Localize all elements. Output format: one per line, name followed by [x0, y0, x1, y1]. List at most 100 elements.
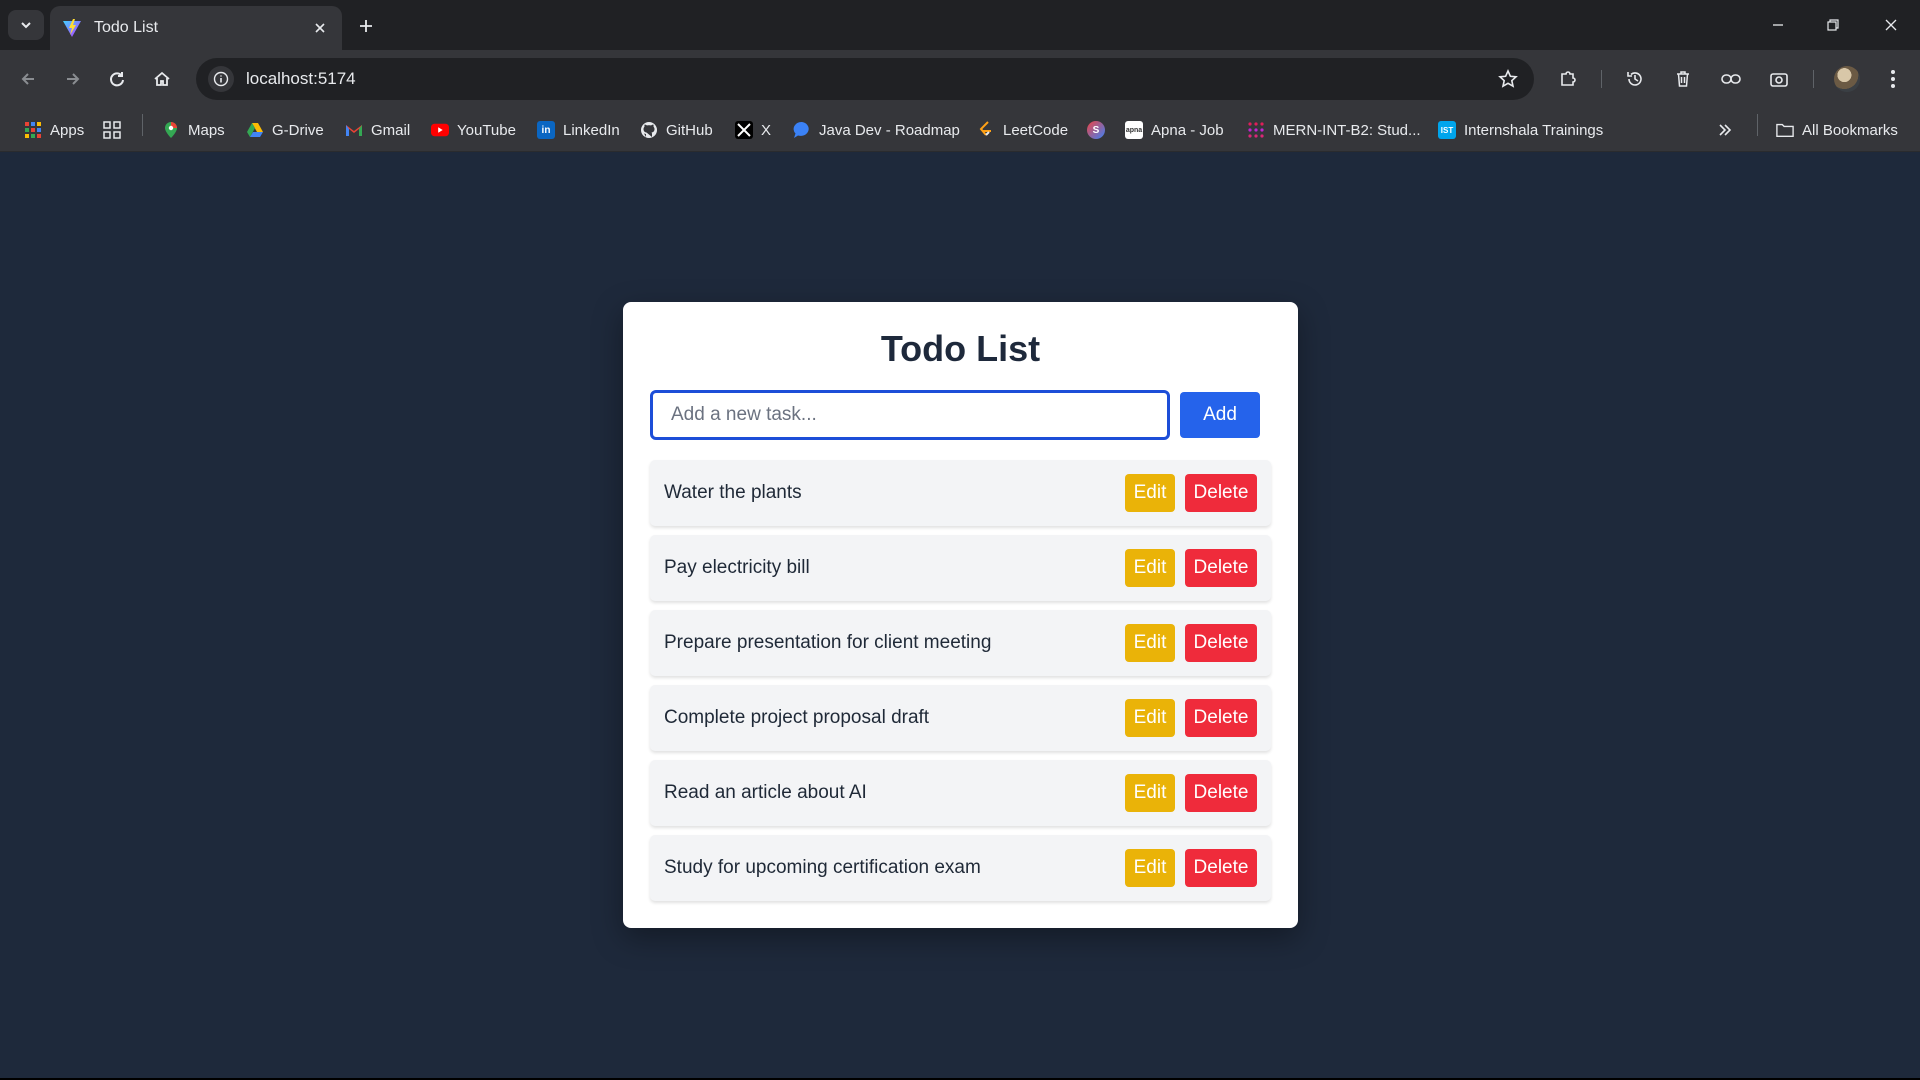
folder-icon [1776, 121, 1794, 139]
delete-button[interactable]: Delete [1185, 849, 1257, 887]
bookmark-label: All Bookmarks [1802, 121, 1898, 139]
all-bookmarks-button[interactable]: All Bookmarks [1776, 118, 1898, 142]
new-task-input[interactable] [650, 390, 1170, 440]
todo-text: Complete project proposal draft [664, 707, 930, 728]
trash-icon [1677, 71, 1689, 87]
history-icon [1627, 72, 1642, 86]
bookmark-tab-groups[interactable] [103, 118, 129, 142]
bookmark-leetcode[interactable]: LeetCode [977, 118, 1068, 142]
extensions-button[interactable] [1553, 64, 1583, 94]
bookmark-label: GitHub [666, 121, 713, 139]
delete-button[interactable]: Delete [1185, 699, 1257, 737]
todo-item: Read an article about AI Edit Delete [650, 760, 1271, 826]
back-button[interactable] [12, 63, 44, 95]
more-vertical-icon [1891, 70, 1895, 88]
tab-strip: Todo List [0, 0, 1920, 50]
todo-list: Water the plants Edit Delete Pay electricit… [650, 460, 1271, 910]
bookmark-x[interactable]: X [735, 118, 771, 142]
x-icon [735, 121, 753, 139]
link-icon [1721, 74, 1741, 84]
maps-icon [162, 121, 180, 139]
forward-button[interactable] [57, 63, 89, 95]
bookmark-java-dev-roadmap[interactable]: Java Dev - Roadmap [793, 118, 960, 142]
chevron-double-right-icon [1719, 124, 1732, 136]
add-task-button[interactable]: Add [1180, 392, 1260, 438]
slack-icon [1247, 121, 1265, 139]
edit-button[interactable]: Edit [1125, 549, 1175, 587]
todo-card: Todo List Add Water the plants Edit Delete… [623, 302, 1298, 928]
bookmark-label: YouTube [457, 121, 516, 139]
copy-link-button[interactable] [1716, 64, 1746, 94]
delete-button[interactable]: Delete [1185, 474, 1257, 512]
edit-button[interactable]: Edit [1125, 849, 1175, 887]
bookmarks-overflow-button[interactable] [1717, 118, 1733, 142]
browser-tab-active[interactable]: Todo List [50, 6, 342, 50]
gmail-icon [345, 121, 363, 139]
internshala-icon: IST [1438, 121, 1456, 139]
todo-text: Study for upcoming certification exam [664, 857, 981, 878]
profile-avatar[interactable] [1834, 66, 1860, 92]
leetcode-icon [977, 121, 995, 139]
delete-button[interactable]: Delete [1185, 624, 1257, 662]
delete-button[interactable]: Delete [1185, 549, 1257, 587]
address-bar[interactable]: localhost:5174 [196, 58, 1534, 100]
bookmark-label: Java Dev - Roadmap [819, 121, 960, 139]
bookmark-star-icon[interactable] [1498, 69, 1518, 94]
bookmark-g-drive[interactable]: G-Drive [246, 118, 324, 142]
tab-close-icon[interactable] [310, 18, 330, 38]
todo-item: Prepare presentation for client meeting E… [650, 610, 1271, 676]
reload-icon [110, 72, 124, 87]
close-window-button[interactable] [1873, 10, 1909, 40]
bookmark-apna-job[interactable]: apna Apna - Job [1125, 118, 1224, 142]
edit-button[interactable]: Edit [1125, 774, 1175, 812]
edit-button[interactable]: Edit [1125, 699, 1175, 737]
edit-button[interactable]: Edit [1125, 624, 1175, 662]
todo-text: Pay electricity bill [664, 557, 810, 578]
delete-data-button[interactable] [1668, 64, 1698, 94]
delete-button[interactable]: Delete [1185, 774, 1257, 812]
apps-grid-icon [24, 121, 42, 139]
bookmark-label: LeetCode [1003, 121, 1069, 139]
bookmark-label: Internshala Trainings [1464, 121, 1604, 139]
bookmarks-bar: Apps Maps G-Drive Gmail YouTube in Linke… [0, 108, 1920, 152]
toolbar-divider [1601, 70, 1602, 88]
google-drive-icon [246, 121, 264, 139]
arrow-right-icon [67, 73, 80, 85]
bookmarks-divider [142, 114, 143, 136]
tab-search-button[interactable] [8, 10, 44, 40]
s-logo-icon: S [1087, 121, 1105, 139]
todo-text: Prepare presentation for client meeting [664, 632, 992, 653]
bookmark-mern-int[interactable]: MERN-INT-B2: Stud... [1247, 118, 1421, 142]
browser-toolbar: localhost:5174 [0, 50, 1920, 108]
home-button[interactable] [146, 63, 178, 95]
bookmark-linkedin[interactable]: in LinkedIn [537, 118, 620, 142]
edit-button[interactable]: Edit [1125, 474, 1175, 512]
bookmark-github[interactable]: GitHub [640, 118, 713, 142]
bookmark-s-site[interactable]: S [1087, 118, 1113, 142]
bookmark-apps[interactable]: Apps [24, 118, 84, 142]
screenshot-button[interactable] [1764, 64, 1794, 94]
history-button[interactable] [1620, 64, 1650, 94]
todo-text: Water the plants [664, 482, 802, 503]
new-tab-button[interactable] [352, 12, 380, 40]
page-title: Todo List [880, 328, 1041, 369]
bookmark-maps[interactable]: Maps [162, 118, 225, 142]
chat-bubble-icon [793, 121, 811, 139]
reload-button[interactable] [101, 63, 133, 95]
youtube-icon [431, 121, 449, 139]
browser-menu-button[interactable] [1878, 64, 1908, 94]
bookmark-youtube[interactable]: YouTube [431, 118, 516, 142]
bookmark-internshala[interactable]: IST Internshala Trainings [1438, 118, 1603, 142]
bookmark-gmail[interactable]: Gmail [345, 118, 410, 142]
todo-item: Water the plants Edit Delete [650, 460, 1271, 526]
grid-icon [103, 121, 121, 139]
url-text: localhost:5174 [246, 69, 356, 88]
todo-text: Read an article about AI [664, 782, 867, 803]
bookmarks-divider [1757, 114, 1758, 136]
site-info-icon[interactable] [208, 66, 234, 92]
close-icon [1885, 19, 1897, 31]
restore-button[interactable] [1815, 10, 1851, 40]
bookmark-label: Apps [50, 121, 85, 139]
minimize-button[interactable] [1760, 10, 1796, 40]
todo-item: Study for upcoming certification exam Edi… [650, 835, 1271, 901]
